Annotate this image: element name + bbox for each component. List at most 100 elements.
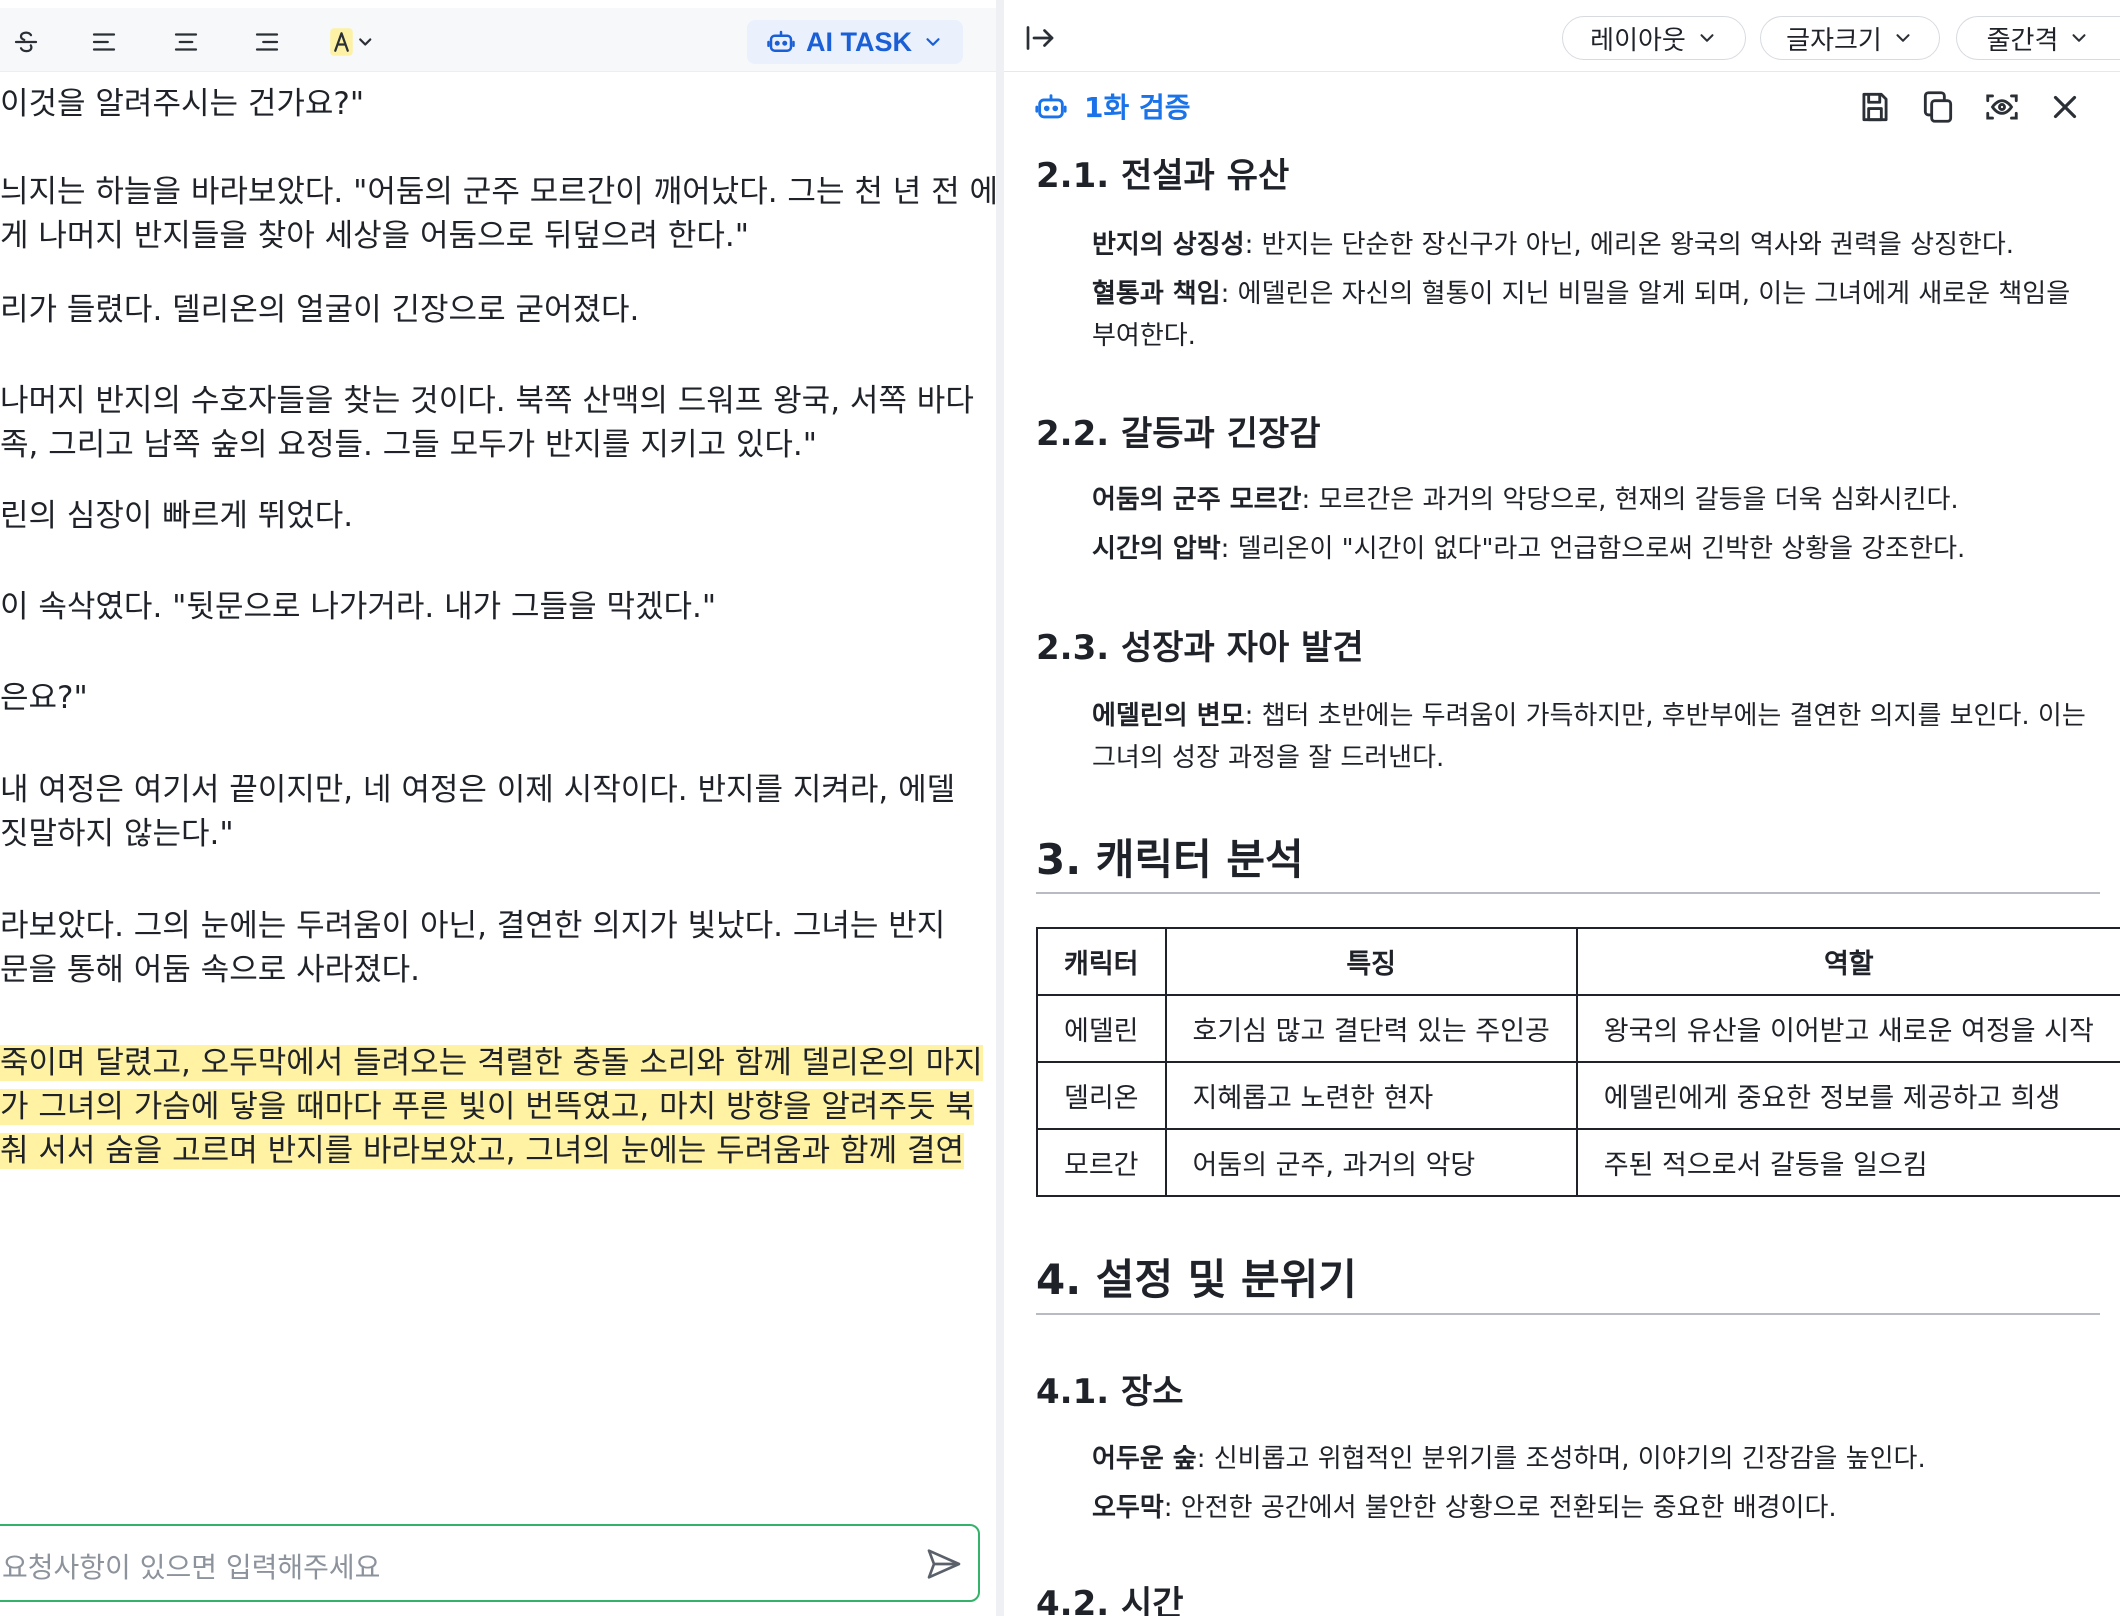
character-table: 캐릭터 특징 역할 에델린 호기심 많고 결단력 있는 주인공 왕국의 유산을 … xyxy=(1036,927,2120,1197)
story-line: 족, 그리고 남쪽 숲의 요정들. 그들 모두가 반지를 지키고 있다." xyxy=(0,427,817,463)
table-cell: 왕국의 유산을 이어받고 새로운 여정을 시작 xyxy=(1575,994,2120,1063)
strikethrough-icon[interactable] xyxy=(6,24,46,60)
story-line: 은요?" xyxy=(0,680,88,716)
heading-divider xyxy=(1036,892,2100,894)
section-heading: 3. 캐릭터 분석 xyxy=(1036,835,1304,884)
story-line: 리가 들렸다. 델리온의 얼굴이 긴장으로 굳어졌다. xyxy=(0,292,640,328)
ai-task-label: AI TASK xyxy=(806,26,912,57)
chevron-down-icon xyxy=(2072,34,2086,42)
verification-pane: 레이아웃 글자크기 줄간격 1화 검증 2.1. 전설과 유산 반지의 상징성:… xyxy=(1004,0,2120,1616)
highlighted-text: 가 그녀의 가슴에 닿을 때마다 푸른 빛이 번뜩였고, 마치 방향을 알려주듯… xyxy=(0,1089,974,1125)
right-topbar: 레이아웃 글자크기 줄간격 xyxy=(1004,0,2120,72)
close-icon[interactable] xyxy=(2046,88,2084,126)
robot-icon xyxy=(767,30,795,52)
story-line: 짓말하지 않는다." xyxy=(0,816,234,852)
paragraph: 혈통과 책임: 에델린은 자신의 혈통이 지닌 비밀을 알게 되며, 이는 그녀… xyxy=(1092,273,2092,357)
section-heading: 4. 설정 및 분위기 xyxy=(1036,1255,1357,1304)
table-row: 모르간 어둠의 군주, 과거의 악당 주된 적으로서 갈등을 일으킴 xyxy=(1036,1128,2120,1197)
highlighted-text: 죽이며 달렸고, 오두막에서 들려오는 격렬한 충돌 소리와 함께 델리온의 마… xyxy=(0,1045,983,1081)
preview-icon[interactable] xyxy=(1983,88,2021,126)
highlight-color-icon[interactable] xyxy=(326,24,382,60)
paragraph-text: : 신비롭고 위협적인 분위기를 조성하며, 이야기의 긴장감을 높인다. xyxy=(1196,1444,1926,1474)
paragraph-text: : 반지는 단순한 장신구가 아닌, 에리온 왕국의 역사와 권력을 상징한다. xyxy=(1244,230,2015,260)
layout-dropdown-label: 레이아웃 xyxy=(1590,25,1686,56)
paragraph-text: : 델리온이 "시간이 없다"라고 언급함으로써 긴박한 상황을 강조한다. xyxy=(1220,534,1966,564)
ai-task-button[interactable]: AI TASK xyxy=(747,20,963,64)
table-cell: 에델린에게 중요한 정보를 제공하고 희생 xyxy=(1575,1061,2120,1130)
panel-title: 1화 검증 xyxy=(1084,91,1191,124)
table-header: 캐릭터 xyxy=(1036,927,1167,996)
table-cell: 에델린 xyxy=(1036,994,1167,1063)
table-cell: 호기심 많고 결단력 있는 주인공 xyxy=(1164,994,1578,1063)
copy-icon[interactable] xyxy=(1919,88,1957,126)
story-line: 이것을 알려주시는 건가요?" xyxy=(0,86,365,122)
editor-toolbar: AI TASK xyxy=(0,8,996,72)
section-heading: 2.1. 전설과 유산 xyxy=(1036,156,1290,196)
term: 반지의 상징성 xyxy=(1092,230,1245,260)
table-header: 특징 xyxy=(1164,927,1578,996)
heading-divider xyxy=(1036,1313,2100,1315)
paragraph: 오두막: 안전한 공간에서 불안한 상황으로 전환되는 중요한 배경이다. xyxy=(1092,1487,2092,1529)
highlighted-story-line: 죽이며 달렸고, 오두막에서 들려오는 격렬한 충돌 소리와 함께 델리온의 마… xyxy=(0,1041,983,1085)
editor-pane: AI TASK 이것을 알려주시는 건가요?" 늬지는 하늘을 바라보았다. "… xyxy=(0,0,996,1616)
robot-icon xyxy=(1035,94,1067,119)
paragraph-text: : 모르간은 과거의 악당으로, 현재의 갈등을 더욱 심화시킨다. xyxy=(1301,485,1959,515)
story-line: 라보았다. 그의 눈에는 두려움이 아닌, 결연한 의지가 빛났다. 그녀는 반… xyxy=(0,908,946,944)
story-line: 나머지 반지의 수호자들을 찾는 것이다. 북쪽 산맥의 드워프 왕국, 서쪽 … xyxy=(0,383,974,419)
term: 에델린의 변모 xyxy=(1092,701,1245,731)
section-heading: 2.3. 성장과 자아 발견 xyxy=(1036,628,1364,668)
paragraph-text: : 안전한 공간에서 불안한 상황으로 전환되는 중요한 배경이다. xyxy=(1163,1493,1837,1523)
table-cell: 지혜롭고 노련한 현자 xyxy=(1164,1061,1578,1130)
align-center-icon[interactable] xyxy=(166,24,206,60)
term: 시간의 압박 xyxy=(1092,534,1221,564)
line-spacing-dropdown[interactable]: 줄간격 xyxy=(1956,16,2120,60)
term: 혈통과 책임 xyxy=(1092,279,1221,309)
chevron-down-icon xyxy=(1896,34,1910,42)
collapse-panel-icon[interactable] xyxy=(1022,20,1058,56)
story-line: 게 나머지 반지들을 찾아 세상을 어둠으로 뒤덮으려 한다." xyxy=(0,218,750,254)
paragraph-text: : 에델린은 자신의 혈통이 지닌 비밀을 알게 되며, 이는 그녀에게 새로운… xyxy=(1092,279,2071,351)
table-header: 역할 xyxy=(1575,927,2120,996)
term: 어두운 숲 xyxy=(1092,1444,1197,1474)
verification-document: 2.1. 전설과 유산 반지의 상징성: 반지는 단순한 장신구가 아닌, 에리… xyxy=(1004,140,2120,1616)
term: 어둠의 군주 모르간 xyxy=(1092,485,1302,515)
section-heading: 4.2. 시간 xyxy=(1036,1584,1184,1616)
panel-header: 1화 검증 xyxy=(1004,72,2120,140)
highlighted-story-line: 춰 서서 숨을 고르며 반지를 바라보았고, 그녀의 눈에는 두려움과 함께 결… xyxy=(0,1129,964,1173)
paragraph: 반지의 상징성: 반지는 단순한 장신구가 아닌, 에리온 왕국의 역사와 권력… xyxy=(1092,224,2092,266)
chevron-down-icon xyxy=(926,38,940,46)
send-icon[interactable] xyxy=(924,1544,964,1584)
table-cell: 모르간 xyxy=(1036,1128,1167,1197)
section-heading: 4.1. 장소 xyxy=(1036,1372,1184,1412)
term: 오두막 xyxy=(1092,1493,1164,1523)
pane-divider[interactable] xyxy=(996,0,1004,1616)
table-cell: 어둠의 군주, 과거의 악당 xyxy=(1164,1128,1578,1197)
font-size-dropdown-label: 글자크기 xyxy=(1786,25,1882,56)
table-cell: 주된 적으로서 갈등을 일으킴 xyxy=(1575,1128,2120,1197)
story-line: 이 속삭였다. "뒷문으로 나가거라. 내가 그들을 막겠다." xyxy=(0,589,717,625)
highlighted-text: 춰 서서 숨을 고르며 반지를 바라보았고, 그녀의 눈에는 두려움과 함께 결… xyxy=(0,1133,964,1169)
table-row: 에델린 호기심 많고 결단력 있는 주인공 왕국의 유산을 이어받고 새로운 여… xyxy=(1036,994,2120,1063)
chevron-down-icon xyxy=(1700,34,1714,42)
table-header-row: 캐릭터 특징 역할 xyxy=(1036,927,2120,996)
table-cell: 델리온 xyxy=(1036,1061,1167,1130)
table-row: 델리온 지혜롭고 노련한 현자 에델린에게 중요한 정보를 제공하고 희생 xyxy=(1036,1061,2120,1130)
paragraph: 에델린의 변모: 챕터 초반에는 두려움이 가득하지만, 후반부에는 결연한 의… xyxy=(1092,695,2102,779)
font-size-dropdown[interactable]: 글자크기 xyxy=(1760,16,1940,60)
paragraph: 시간의 압박: 델리온이 "시간이 없다"라고 언급함으로써 긴박한 상황을 강… xyxy=(1092,528,2092,570)
section-heading: 2.2. 갈등과 긴장감 xyxy=(1036,414,1321,454)
layout-dropdown[interactable]: 레이아웃 xyxy=(1562,16,1746,60)
story-line: 문을 통해 어둠 속으로 사라졌다. xyxy=(0,952,421,988)
paragraph: 어둠의 군주 모르간: 모르간은 과거의 악당으로, 현재의 갈등을 더욱 심화… xyxy=(1092,479,2092,521)
request-input-placeholder: 요청사항이 있으면 입력해주세요 xyxy=(2,1551,381,1584)
align-left-icon[interactable] xyxy=(84,24,124,60)
story-line: 내 여정은 여기서 끝이지만, 네 여정은 이제 시작이다. 반지를 지켜라, … xyxy=(0,772,956,808)
story-text-area[interactable]: 이것을 알려주시는 건가요?" 늬지는 하늘을 바라보았다. "어둠의 군주 모… xyxy=(0,72,996,1502)
story-line: 린의 심장이 빠르게 뛰었다. xyxy=(0,498,354,534)
paragraph: 어두운 숲: 신비롭고 위협적인 분위기를 조성하며, 이야기의 긴장감을 높인… xyxy=(1092,1438,2092,1480)
story-line: 늬지는 하늘을 바라보았다. "어둠의 군주 모르간이 깨어났다. 그는 천 년… xyxy=(0,174,996,210)
align-right-icon[interactable] xyxy=(247,24,287,60)
request-input[interactable]: 요청사항이 있으면 입력해주세요 xyxy=(0,1524,980,1602)
save-icon[interactable] xyxy=(1856,88,1894,126)
highlighted-story-line: 가 그녀의 가슴에 닿을 때마다 푸른 빛이 번뜩였고, 마치 방향을 알려주듯… xyxy=(0,1085,974,1129)
